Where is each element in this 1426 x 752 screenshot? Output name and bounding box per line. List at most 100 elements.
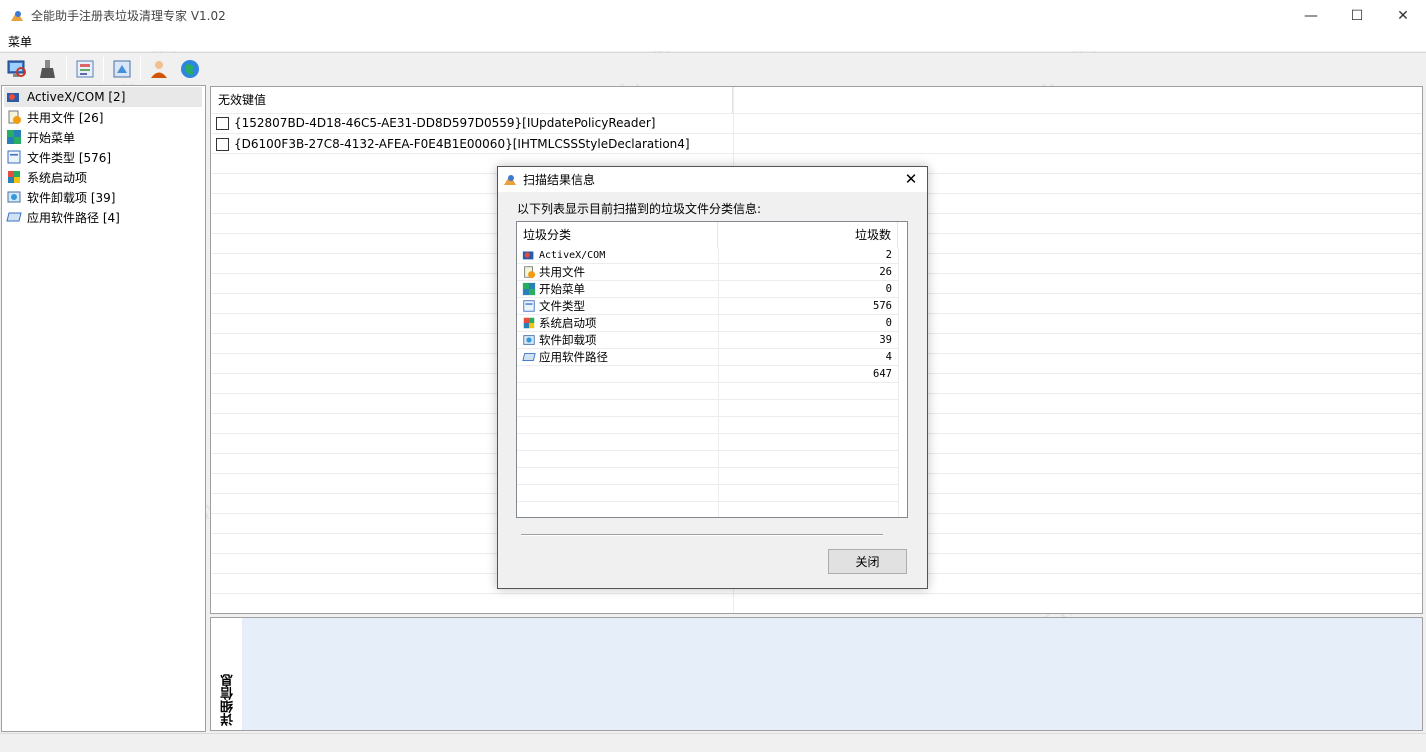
file-type-icon xyxy=(523,300,535,312)
tree-item-app-path[interactable]: 应用软件路径 [4] xyxy=(6,207,120,227)
list-item[interactable]: {152807BD-4D18-46C5-AE31-DD8D597D0559}[I… xyxy=(216,113,655,133)
empty-row xyxy=(517,383,898,400)
count-cell: 0 xyxy=(885,283,892,295)
tree-item-label: 应用软件路径 [4] xyxy=(27,210,120,225)
tree-item-label: 文件类型 [576] xyxy=(27,150,112,165)
category-name: 文件类型 xyxy=(539,299,585,313)
start-menu-icon xyxy=(7,130,21,144)
table-row[interactable]: ActiveX/COM 2 xyxy=(517,247,898,264)
table-row[interactable]: 共用文件 26 xyxy=(517,264,898,281)
dialog-separator xyxy=(521,534,883,536)
count-cell: 2 xyxy=(885,249,892,261)
tree-item-shared-files[interactable]: 共用文件 [26] xyxy=(6,107,103,127)
detail-label: 详细信息 xyxy=(221,674,236,726)
category-cell: 共用文件 xyxy=(522,264,585,280)
table-row[interactable]: 开始菜单 0 xyxy=(517,281,898,298)
tree-item-activex[interactable]: ActiveX/COM [2] xyxy=(4,87,202,107)
list-item[interactable]: {D6100F3B-27C8-4132-AFEA-F0E4B1E00060}[I… xyxy=(216,134,690,154)
category-name: 软件卸载项 xyxy=(539,333,597,347)
detail-panel: 详细信息 xyxy=(210,617,1423,731)
minimize-button[interactable]: — xyxy=(1288,0,1334,31)
column-header-category[interactable]: 垃圾分类 xyxy=(517,222,718,248)
status-bar xyxy=(0,733,1426,752)
count-cell: 0 xyxy=(885,317,892,329)
toolbar-separator xyxy=(140,56,141,81)
tree-item-label: 系统启动项 xyxy=(27,170,88,185)
help-button[interactable] xyxy=(177,56,203,82)
tree-item-label: ActiveX/COM [2] xyxy=(27,90,126,104)
cleanup-button[interactable] xyxy=(35,56,61,82)
table-row[interactable]: 应用软件路径 4 xyxy=(517,349,898,366)
user-icon xyxy=(151,60,167,78)
category-name: 系统启动项 xyxy=(539,316,597,330)
dialog-description: 以下列表显示目前扫描到的垃圾文件分类信息: xyxy=(517,202,762,216)
list-column-header[interactable]: 无效键值 xyxy=(211,87,733,113)
shared-files-icon xyxy=(8,110,21,124)
result-table: 垃圾分类 垃圾数 ActiveX/COM 2 共用文件 26 开始菜单 0 文件… xyxy=(516,221,908,518)
close-button[interactable]: 关闭 xyxy=(828,549,907,574)
category-name: ActiveX/COM xyxy=(539,249,606,261)
app-path-icon xyxy=(522,353,536,361)
category-name: 共用文件 xyxy=(539,265,585,279)
help-globe-icon xyxy=(181,59,199,78)
activex-icon xyxy=(7,93,19,102)
scan-computer-button[interactable] xyxy=(4,56,30,82)
menu-main[interactable]: 菜单 xyxy=(8,33,32,50)
toolbar-separator xyxy=(66,56,67,81)
row-checkbox[interactable] xyxy=(216,137,229,151)
registry-button[interactable] xyxy=(72,56,98,82)
category-cell: 文件类型 xyxy=(522,298,585,314)
tree-item-label: 共用文件 [26] xyxy=(27,110,104,125)
uninstall-icon xyxy=(7,191,21,203)
dialog-close-icon[interactable]: ✕ xyxy=(901,169,921,189)
row-key-text: {152807BD-4D18-46C5-AE31-DD8D597D0559}[I… xyxy=(234,116,656,130)
tree-item-start-menu[interactable]: 开始菜单 xyxy=(6,127,75,147)
app-icon xyxy=(11,10,23,21)
registry-icon xyxy=(76,60,94,77)
toolbar-separator xyxy=(103,56,104,81)
category-tree: ActiveX/COM [2] 共用文件 [26] 开始菜单 文件类型 [576… xyxy=(1,85,206,732)
category-cell: ActiveX/COM xyxy=(522,247,605,263)
window-controls: — ☐ ✕ xyxy=(1288,0,1426,31)
tree-item-startup[interactable]: 系统启动项 xyxy=(6,167,87,187)
grid-line xyxy=(211,593,1422,594)
category-cell: 软件卸载项 xyxy=(522,332,597,348)
uninstall-icon xyxy=(523,335,535,345)
empty-row xyxy=(517,468,898,485)
maximize-button[interactable]: ☐ xyxy=(1334,0,1380,31)
table-row[interactable]: 文件类型 576 xyxy=(517,298,898,315)
app-path-icon xyxy=(6,212,22,222)
table-row[interactable]: 软件卸载项 39 xyxy=(517,332,898,349)
tree-item-uninstall[interactable]: 软件卸载项 [39] xyxy=(6,187,115,207)
window-title: 全能助手注册表垃圾清理专家 V1.02 xyxy=(31,9,226,23)
row-checkbox[interactable] xyxy=(216,116,229,130)
total-row[interactable]: 647 xyxy=(517,366,898,383)
scan-result-dialog: 扫描结果信息 ✕ 以下列表显示目前扫描到的垃圾文件分类信息: 垃圾分类 垃圾数 … xyxy=(497,166,928,589)
detail-tab[interactable]: 详细信息 xyxy=(211,618,242,730)
table-row[interactable]: 系统启动项 0 xyxy=(517,315,898,332)
column-header-count[interactable]: 垃圾数 xyxy=(718,222,898,248)
menu-bar: 菜单 xyxy=(0,31,1426,51)
count-cell: 4 xyxy=(885,351,892,363)
empty-row xyxy=(517,485,898,502)
close-window-button[interactable]: ✕ xyxy=(1380,0,1426,31)
file-type-icon xyxy=(7,150,21,164)
tree-item-label: 软件卸载项 [39] xyxy=(27,190,116,205)
total-count: 647 xyxy=(873,368,892,380)
app-icon xyxy=(504,174,516,185)
empty-row xyxy=(517,400,898,417)
user-button[interactable] xyxy=(146,56,172,82)
shared-files-icon xyxy=(524,266,536,279)
backup-button[interactable] xyxy=(109,56,135,82)
activex-icon xyxy=(522,251,534,260)
empty-row xyxy=(517,434,898,451)
dialog-title: 扫描结果信息 xyxy=(523,173,596,187)
list-header-filler xyxy=(733,87,1422,113)
start-menu-icon xyxy=(522,282,536,296)
category-cell: 应用软件路径 xyxy=(522,349,608,365)
tree-item-file-types[interactable]: 文件类型 [576] xyxy=(6,147,111,167)
backup-icon xyxy=(113,60,131,77)
column-divider xyxy=(898,248,899,517)
startup-icon xyxy=(523,317,535,329)
empty-row xyxy=(517,451,898,468)
